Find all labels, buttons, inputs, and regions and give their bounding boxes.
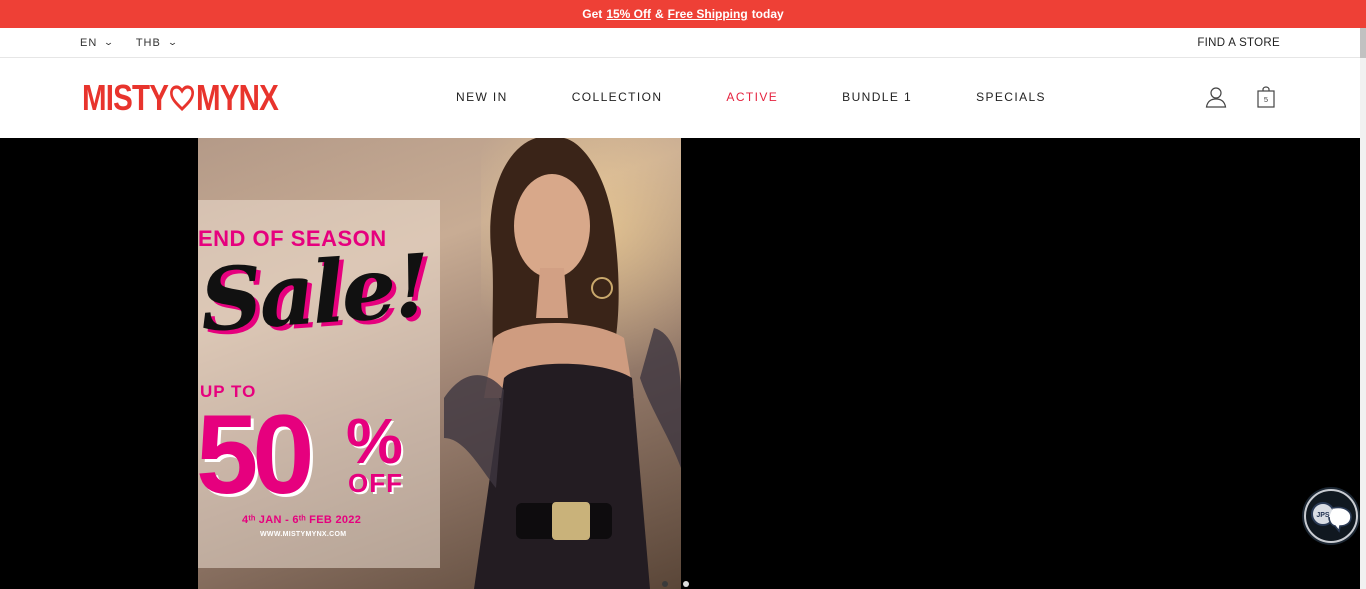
shopping-bag-icon: 5 <box>1257 86 1275 108</box>
heart-icon <box>170 85 195 111</box>
currency-value: THB <box>135 36 161 49</box>
chat-widget-button[interactable]: JPS <box>1304 489 1358 543</box>
promo-joiner: & <box>655 7 664 21</box>
find-store-link[interactable]: FIND A STORE <box>1197 37 1280 49</box>
promo-suffix: today <box>751 7 784 21</box>
cart-button[interactable]: 5 <box>1254 85 1278 109</box>
carousel-dots <box>662 581 689 587</box>
account-button[interactable] <box>1204 85 1228 109</box>
chat-label: JPS <box>1316 512 1330 519</box>
header-icons: 5 <box>1204 85 1278 109</box>
nav-collection[interactable]: COLLECTION <box>572 90 663 104</box>
cart-count: 5 <box>1264 95 1268 104</box>
promo-shipping-link[interactable]: Free Shipping <box>668 7 748 21</box>
banner-off: OFF <box>348 468 403 498</box>
chevron-down-icon: ⌄ <box>167 37 180 47</box>
site-header: MISTY MYNX NEW IN COLLECTION ACTIVE BUND… <box>0 58 1360 138</box>
hero-banner-slide[interactable]: END OF SEASON Sale! UP TO 50 % OFF 4ᵗʰ J… <box>198 138 681 589</box>
user-icon <box>1205 87 1227 108</box>
promo-offer-link[interactable]: 15% Off <box>606 7 651 21</box>
utility-bar: EN ⌄ THB ⌄ FIND A STORE <box>0 28 1360 58</box>
nav-active[interactable]: ACTIVE <box>726 90 778 104</box>
brand-logo[interactable]: MISTY MYNX <box>82 77 279 118</box>
language-selector[interactable]: EN ⌄ <box>80 37 114 49</box>
chat-bubble-icon: JPS <box>1311 502 1352 533</box>
model-photo <box>444 138 681 589</box>
hero-carousel: END OF SEASON Sale! UP TO 50 % OFF 4ᵗʰ J… <box>0 138 1361 589</box>
banner-site: WWW.MISTYMYNX.COM <box>260 531 347 538</box>
logo-text-left: MISTY <box>82 77 169 118</box>
language-value: EN <box>80 36 98 49</box>
nav-specials[interactable]: SPECIALS <box>976 90 1046 104</box>
main-nav: NEW IN COLLECTION ACTIVE BUNDLE 1 SPECIA… <box>456 90 1046 104</box>
nav-new-in[interactable]: NEW IN <box>456 90 508 104</box>
nav-bundle-1[interactable]: BUNDLE 1 <box>842 90 912 104</box>
promo-prefix: Get <box>582 7 603 21</box>
carousel-dot-2[interactable] <box>683 581 689 587</box>
page-scrollbar[interactable] <box>1360 28 1366 589</box>
logo-text-right: MYNX <box>195 77 279 118</box>
promo-bar: Get 15% Off & Free Shipping today <box>0 0 1366 28</box>
banner-percent: % <box>346 405 403 477</box>
scrollbar-thumb[interactable] <box>1360 28 1366 58</box>
banner-script: Sale! <box>198 235 432 352</box>
banner-discount-number: 50 <box>198 392 315 517</box>
currency-selector[interactable]: THB ⌄ <box>136 37 178 49</box>
banner-dates: 4ᵗʰ JAN - 6ᵗʰ FEB 2022 <box>242 514 362 526</box>
carousel-dot-1[interactable] <box>662 581 668 587</box>
chevron-down-icon: ⌄ <box>103 37 116 47</box>
